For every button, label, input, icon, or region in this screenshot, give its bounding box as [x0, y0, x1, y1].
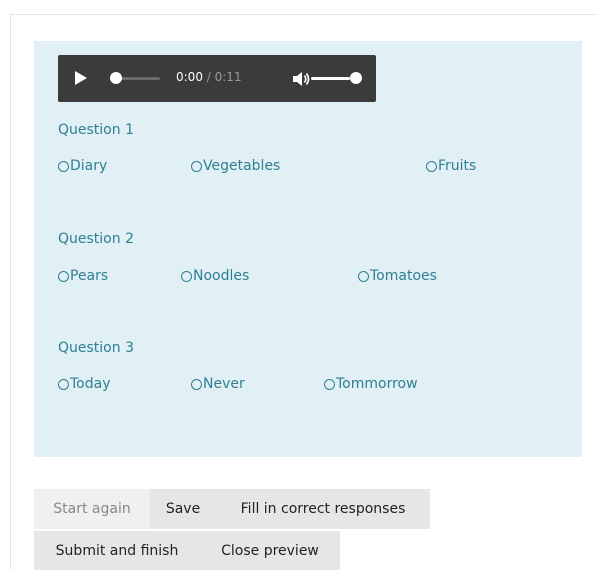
- current-time: 0:00: [176, 70, 203, 84]
- save-button[interactable]: Save: [152, 489, 214, 529]
- question-panel: [34, 41, 582, 457]
- option-label: Pears: [70, 268, 109, 284]
- option-label: Diary: [70, 158, 108, 174]
- duration: 0:11: [214, 70, 242, 84]
- q1-option-diary[interactable]: Diary: [58, 158, 107, 174]
- radio-icon[interactable]: [426, 160, 437, 172]
- radio-icon[interactable]: [324, 378, 335, 390]
- option-label: Never: [203, 376, 245, 392]
- q1-option-fruits[interactable]: Fruits: [426, 158, 476, 174]
- time-separator: /: [202, 70, 215, 84]
- radio-icon[interactable]: [58, 378, 69, 390]
- option-label: Vegetables: [203, 158, 281, 174]
- radio-icon[interactable]: [181, 270, 192, 282]
- radio-icon[interactable]: [58, 270, 69, 282]
- start-again-button[interactable]: Start again: [34, 489, 150, 529]
- question-2-title: Question 2: [58, 231, 134, 247]
- close-preview-button[interactable]: Close preview: [200, 531, 340, 571]
- radio-icon[interactable]: [191, 378, 202, 390]
- volume-knob[interactable]: [350, 72, 363, 84]
- q3-option-tommorrow[interactable]: Tommorrow: [324, 376, 418, 392]
- q2-option-pears[interactable]: Pears: [58, 268, 108, 284]
- option-label: Noodles: [193, 268, 250, 284]
- option-label: Tomatoes: [370, 268, 437, 284]
- radio-icon[interactable]: [358, 270, 369, 282]
- audio-player[interactable]: 0:00 / 0:11: [58, 55, 376, 102]
- option-label: Tommorrow: [336, 376, 418, 392]
- volume-icon[interactable]: [291, 71, 311, 87]
- play-icon[interactable]: [75, 71, 87, 85]
- question-3-title: Question 3: [58, 340, 134, 356]
- option-label: Fruits: [438, 158, 477, 174]
- time-display: 0:00 / 0:11: [176, 70, 242, 84]
- frame-top-border: [10, 14, 597, 15]
- fill-correct-responses-button[interactable]: Fill in correct responses: [216, 489, 430, 529]
- radio-icon[interactable]: [191, 160, 202, 172]
- q3-option-today[interactable]: Today: [58, 376, 111, 392]
- frame-left-border: [10, 14, 11, 570]
- q1-option-vegetables[interactable]: Vegetables: [191, 158, 280, 174]
- option-label: Today: [70, 376, 111, 392]
- question-1-title: Question 1: [58, 122, 134, 138]
- progress-knob[interactable]: [110, 72, 122, 84]
- q2-option-tomatoes[interactable]: Tomatoes: [358, 268, 437, 284]
- volume-track[interactable]: [311, 77, 350, 80]
- q3-option-never[interactable]: Never: [191, 376, 245, 392]
- radio-icon[interactable]: [58, 160, 69, 172]
- q2-option-noodles[interactable]: Noodles: [181, 268, 249, 284]
- submit-and-finish-button[interactable]: Submit and finish: [34, 531, 200, 571]
